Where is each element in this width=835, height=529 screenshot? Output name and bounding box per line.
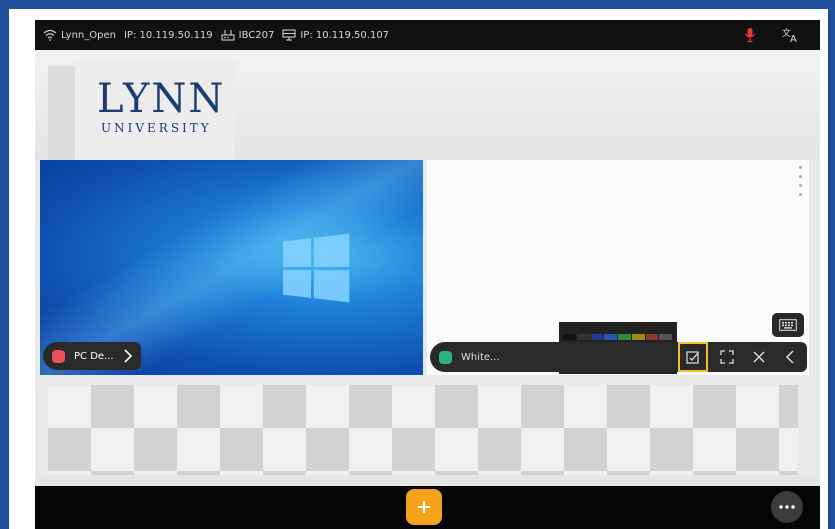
- close-icon: [753, 351, 765, 363]
- keyboard-icon: [779, 319, 797, 331]
- router-icon: [221, 29, 235, 41]
- annotate-icon: [686, 350, 700, 364]
- wifi-icon: [43, 29, 57, 41]
- university-logo-subtitle: UNIVERSITY: [101, 121, 212, 135]
- collapse-controls-button[interactable]: [775, 342, 805, 372]
- status-bar: Lynn_Open IP: 10.119.50.119 IBC207 IP: 1…: [35, 20, 820, 50]
- source-color-dot: [439, 350, 452, 364]
- display-screen: Lynn_Open IP: 10.119.50.119 IBC207 IP: 1…: [35, 20, 820, 529]
- plus-icon: [417, 500, 431, 514]
- display-icon: [282, 29, 296, 41]
- frame-border-top: [0, 0, 835, 9]
- pc-window-label: PC De...: [74, 350, 114, 362]
- add-source-button[interactable]: [406, 489, 442, 525]
- wifi-ip-text: IP: 10.119.50.119: [123, 29, 213, 41]
- palette-swatches: [563, 334, 673, 340]
- display-status: IP: 10.119.50.107: [282, 29, 389, 41]
- university-logo: LYNN: [97, 76, 226, 122]
- room-status: IBC207: [221, 29, 275, 41]
- screenshot-frame: Lynn_Open IP: 10.119.50.119 IBC207 IP: 1…: [0, 0, 835, 529]
- whiteboard-window-control[interactable]: White...: [430, 342, 807, 372]
- whiteboard-toolbar-dots: [799, 166, 803, 196]
- background-pattern: [48, 385, 798, 475]
- whiteboard-window-label: White...: [461, 351, 500, 363]
- frame-border-left: [0, 9, 9, 529]
- keyboard-button[interactable]: [772, 313, 804, 337]
- translate-icon[interactable]: 文A: [782, 27, 800, 43]
- more-options-button[interactable]: [771, 491, 803, 523]
- background-stripe: [48, 66, 76, 160]
- pc-window-control[interactable]: PC De...: [43, 342, 141, 370]
- windows-logo-icon: [283, 233, 350, 303]
- more-icon: [779, 505, 795, 509]
- microphone-icon[interactable]: [744, 27, 758, 43]
- chevron-left-icon: [785, 350, 795, 364]
- fullscreen-icon: [720, 350, 734, 364]
- chevron-right-icon[interactable]: [123, 349, 133, 363]
- room-name: IBC207: [238, 29, 275, 41]
- source-color-dot: [52, 349, 65, 363]
- wifi-ip: IP: 10.119.50.119: [124, 30, 213, 41]
- display-ip-text: IP: 10.119.50.107: [300, 29, 390, 41]
- frame-border-right: [828, 9, 835, 529]
- close-window-button[interactable]: [744, 342, 774, 372]
- wifi-status: Lynn_Open: [43, 29, 116, 41]
- annotate-button[interactable]: [678, 342, 708, 372]
- status-bar-actions: 文A: [744, 20, 820, 50]
- fullscreen-button[interactable]: [712, 342, 742, 372]
- wifi-name: Lynn_Open: [61, 29, 116, 41]
- svg-text:A: A: [790, 34, 797, 43]
